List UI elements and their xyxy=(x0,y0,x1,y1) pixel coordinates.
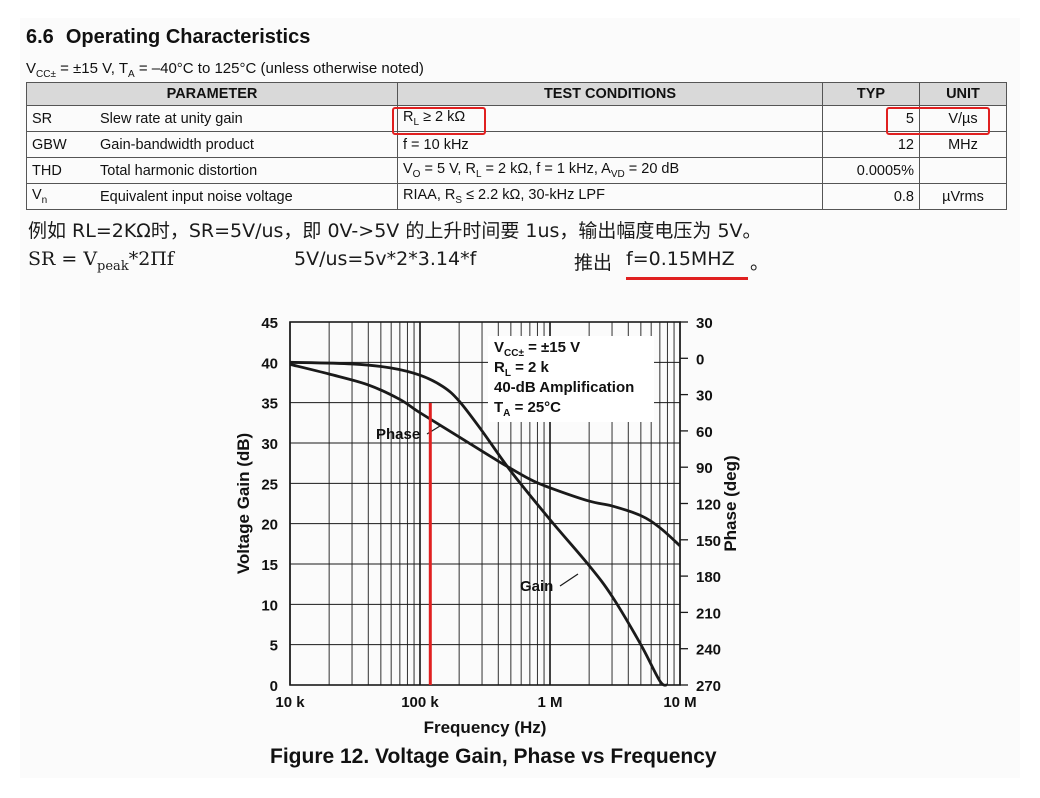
gain-phase-chart: 0 5 10 15 20 25 30 35 40 45 30 0 30 60 90 120 150 180 210 2… xyxy=(234,315,740,737)
y-tick-label: 10 xyxy=(261,597,278,614)
y2-tick-label: 0 xyxy=(696,351,704,368)
y2-tick-label: 210 xyxy=(696,605,721,622)
x-tick-label: 10 k xyxy=(275,694,305,711)
y2-tick-label: 60 xyxy=(696,424,713,441)
y2-tick-label: 240 xyxy=(696,642,721,659)
y2-tick-label: 30 xyxy=(696,388,713,405)
y-tick-label: 45 xyxy=(261,315,278,332)
y-tick-label: 15 xyxy=(261,557,278,574)
y-tick-label: 20 xyxy=(261,517,278,534)
y-tick-label: 30 xyxy=(261,436,278,453)
y-tick-label: 40 xyxy=(261,355,278,372)
x-axis-title: Frequency (Hz) xyxy=(424,718,547,737)
y2-tick-label: 180 xyxy=(696,569,721,586)
y2-tick-label: 270 xyxy=(696,678,721,695)
y2-tick-label: 30 xyxy=(696,315,713,332)
y2-tick-label: 120 xyxy=(696,497,721,514)
gain-curve-label: Gain xyxy=(520,578,553,595)
y-tick-label: 5 xyxy=(270,638,278,655)
annotation-line: 40-dB Amplification xyxy=(494,379,634,396)
y-tick-label: 35 xyxy=(261,396,278,413)
phase-curve-label: Phase xyxy=(376,426,420,443)
y2-tick-label: 90 xyxy=(696,460,713,477)
x-tick-label: 1 M xyxy=(537,694,562,711)
figure-title: Figure 12. Voltage Gain, Phase vs Freque… xyxy=(270,745,717,768)
x-tick-label: 10 M xyxy=(663,694,696,711)
y2-axis-title: Phase (deg) xyxy=(721,455,740,551)
y-tick-label: 0 xyxy=(270,678,278,695)
x-tick-label: 100 k xyxy=(401,694,439,711)
y2-tick-label: 150 xyxy=(696,533,721,550)
gain-leader-line xyxy=(559,573,579,587)
y-axis-title: Voltage Gain (dB) xyxy=(234,433,253,574)
y-tick-label: 25 xyxy=(261,476,278,493)
